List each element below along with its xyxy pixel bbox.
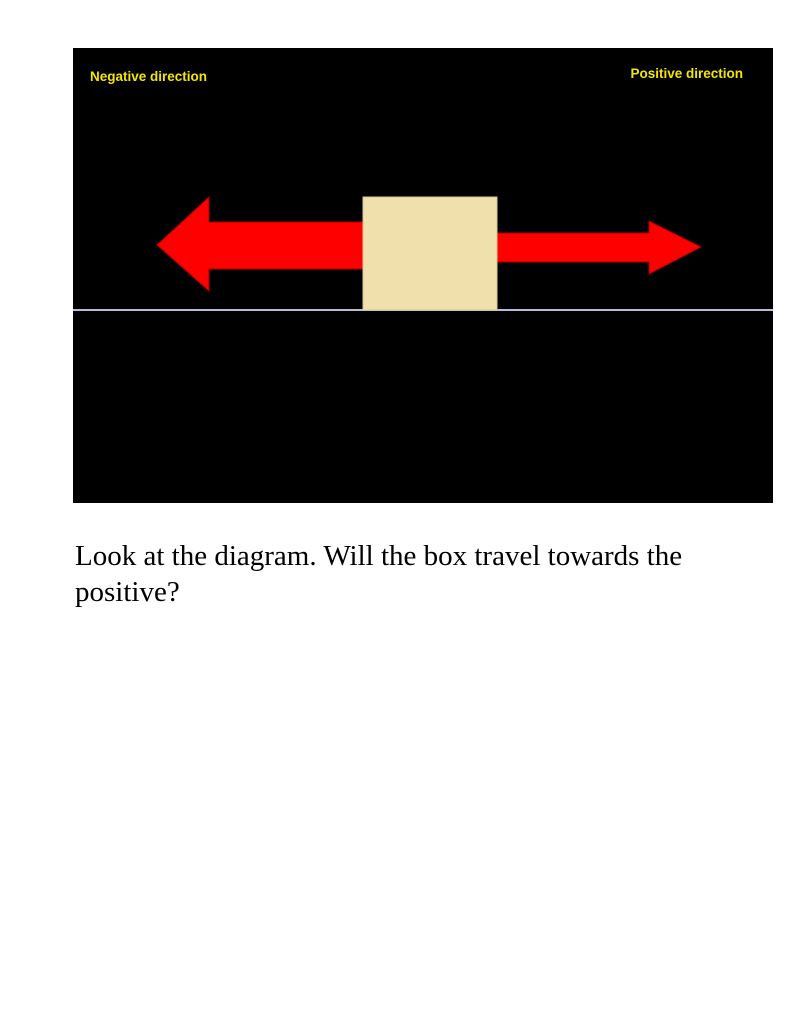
force-diagram (73, 195, 773, 311)
negative-force-arrow (156, 195, 364, 293)
negative-direction-label: Negative direction (90, 69, 208, 84)
question-text: Look at the diagram. Will the box travel… (75, 540, 683, 608)
positive-force-arrow (496, 220, 703, 275)
diagram-panel: Negative direction Positive direction (73, 48, 773, 503)
box (362, 196, 498, 311)
positive-direction-label: Positive direction (630, 66, 743, 81)
